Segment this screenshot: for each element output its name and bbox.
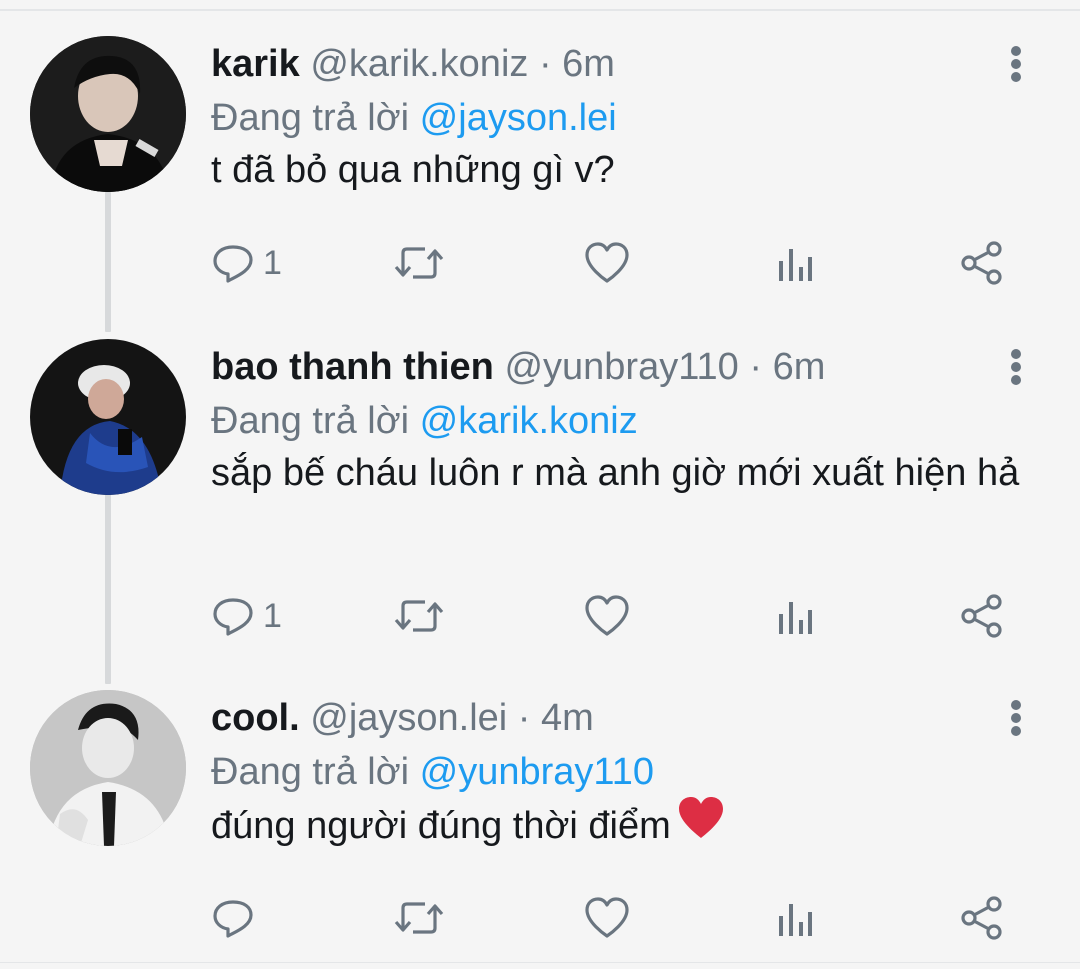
analytics-icon (775, 241, 815, 285)
timestamp: · 6m (738, 346, 826, 388)
tweet-header: cool. @jayson.lei · 4m (211, 690, 1051, 746)
tweet[interactable]: bao thanh thien @yunbray110 · 6m Đang tr… (0, 339, 1080, 649)
retweet-icon (393, 594, 445, 638)
like-icon (583, 896, 631, 940)
reply-icon (211, 241, 255, 285)
more-vertical-icon (1011, 46, 1021, 56)
avatar[interactable] (30, 36, 186, 192)
share-button[interactable] (959, 888, 1005, 948)
more-options-button[interactable] (1000, 345, 1032, 389)
replying-to-label: Đang trả lời (211, 751, 420, 793)
tweet[interactable]: karik @karik.koniz · 6m Đang trả lời @ja… (0, 36, 1080, 326)
bottom-divider (0, 962, 1080, 963)
display-name[interactable]: bao thanh thien (211, 346, 494, 388)
like-icon (583, 241, 631, 285)
tweet-text: đúng người đúng thời điểm (211, 797, 1041, 856)
like-button[interactable] (583, 233, 631, 293)
tweet-text: t đã bỏ qua những gì v? (211, 149, 615, 191)
reply-icon (211, 594, 255, 638)
reply-count: 1 (263, 243, 282, 282)
handle[interactable]: @yunbray110 (504, 346, 738, 388)
more-options-button[interactable] (1000, 696, 1032, 740)
tweet-header: bao thanh thien @yunbray110 · 6m (211, 339, 1051, 395)
more-options-button[interactable] (1000, 42, 1032, 86)
like-icon (583, 594, 631, 638)
reply-count: 1 (263, 596, 282, 635)
retweet-icon (393, 241, 445, 285)
share-icon (959, 240, 1005, 286)
replying-to: Đang trả lời @jayson.lei (211, 92, 1051, 144)
reply-button[interactable]: 1 (211, 586, 282, 646)
tweet-text: sắp bế cháu luôn r mà anh giờ mới xuất h… (211, 452, 1020, 494)
like-button[interactable] (583, 586, 631, 646)
share-icon (959, 593, 1005, 639)
tweet-actions (211, 888, 1031, 948)
tweet-text-content: đúng người đúng thời điểm (211, 805, 671, 848)
handle[interactable]: @jayson.lei (310, 697, 507, 739)
retweet-button[interactable] (393, 233, 445, 293)
reply-icon (211, 896, 255, 940)
tweet-actions: 1 (211, 233, 1031, 293)
tweet-actions: 1 (211, 586, 1031, 646)
replying-to-label: Đang trả lời (211, 97, 420, 139)
timestamp: · 6m (528, 43, 615, 85)
red-heart-emoji (677, 796, 725, 852)
share-button[interactable] (959, 233, 1005, 293)
display-name[interactable]: karik (211, 43, 300, 85)
more-vertical-icon (1011, 700, 1021, 710)
reply-button[interactable] (211, 888, 263, 948)
share-button[interactable] (959, 586, 1005, 646)
like-button[interactable] (583, 888, 631, 948)
tweet-header: karik @karik.koniz · 6m (211, 36, 1051, 92)
more-vertical-icon (1011, 349, 1021, 359)
analytics-button[interactable] (775, 233, 815, 293)
analytics-icon (775, 594, 815, 638)
timestamp: · 4m (507, 697, 594, 739)
analytics-icon (775, 896, 815, 940)
tweet[interactable]: cool. @jayson.lei · 4m Đang trả lời @yun… (0, 690, 1080, 960)
replying-to: Đang trả lời @karik.koniz (211, 395, 1051, 447)
reply-button[interactable]: 1 (211, 233, 282, 293)
analytics-button[interactable] (775, 888, 815, 948)
analytics-button[interactable] (775, 586, 815, 646)
retweet-button[interactable] (393, 586, 445, 646)
retweet-button[interactable] (393, 888, 445, 948)
top-divider (0, 9, 1080, 11)
share-icon (959, 895, 1005, 941)
retweet-icon (393, 896, 445, 940)
replying-to: Đang trả lời @yunbray110 (211, 746, 1051, 798)
avatar[interactable] (30, 690, 186, 846)
avatar[interactable] (30, 339, 186, 495)
mention-link[interactable]: @yunbray110 (420, 751, 654, 793)
mention-link[interactable]: @karik.koniz (420, 400, 638, 442)
display-name[interactable]: cool. (211, 697, 300, 739)
handle[interactable]: @karik.koniz (310, 43, 528, 85)
replying-to-label: Đang trả lời (211, 400, 420, 442)
mention-link[interactable]: @jayson.lei (420, 97, 617, 139)
